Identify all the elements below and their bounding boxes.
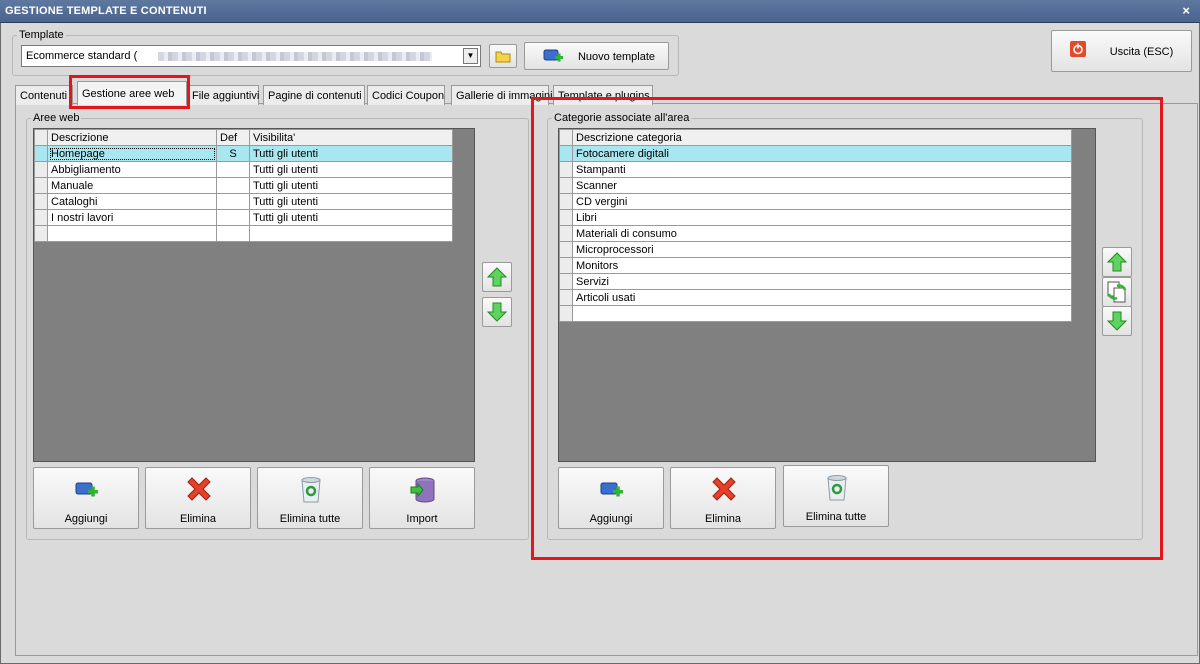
row-header [34, 177, 48, 194]
tab-pagine-di-contenuti[interactable]: Pagine di contenuti [263, 85, 365, 105]
areas-delete-button[interactable]: Elimina [145, 467, 251, 529]
blurred-text [158, 52, 432, 61]
cell-descr[interactable]: Manuale [47, 177, 217, 194]
template-select[interactable]: Ecommerce standard ( ▼ [21, 45, 481, 67]
close-icon[interactable]: × [1182, 3, 1190, 18]
tab-file-aggiuntivi[interactable]: File aggiuntivi [187, 85, 259, 105]
cell-vis[interactable]: Tutti gli utenti [249, 209, 453, 226]
chevron-down-icon[interactable]: ▼ [463, 48, 478, 64]
tab-label: File aggiuntivi [192, 90, 260, 102]
database-import-icon [410, 477, 435, 503]
new-row[interactable] [34, 225, 453, 242]
cell-def[interactable] [216, 193, 250, 210]
tab-label: Codici Coupon [372, 90, 445, 102]
power-icon [1070, 41, 1086, 57]
areas-table: Descrizione Def Visibilita' Homepage S T… [34, 129, 453, 242]
tab-codici-coupon[interactable]: Codici Coupon [367, 85, 445, 105]
tab-label: Contenuti [20, 90, 68, 102]
areas-header-row: Descrizione Def Visibilita' [34, 129, 453, 146]
title-bar: GESTIONE TEMPLATE E CONTENUTI × [0, 0, 1200, 23]
cell-descr[interactable]: Homepage [47, 145, 217, 162]
column-header[interactable]: Def [216, 129, 250, 146]
column-header[interactable]: Visibilita' [249, 129, 453, 146]
empty-cell[interactable] [249, 225, 453, 242]
row-header [34, 161, 48, 178]
empty-cell[interactable] [47, 225, 217, 242]
exit-label: Uscita (ESC) [1109, 46, 1174, 58]
cell-vis[interactable]: Tutti gli utenti [249, 177, 453, 194]
row-header [34, 145, 48, 162]
new-template-button[interactable]: Nuovo template [524, 42, 669, 70]
row-header [34, 225, 48, 242]
cell-descr[interactable]: Cataloghi [47, 193, 217, 210]
tab-label: Gestione aree web [82, 88, 175, 100]
table-row[interactable]: Abbigliamento Tutti gli utenti [34, 161, 453, 178]
template-select-value: Ecommerce standard ( [26, 50, 138, 62]
open-folder-button[interactable] [489, 44, 517, 68]
areas-delete-all-button[interactable]: Elimina tutte [257, 467, 363, 529]
exit-button[interactable]: Uscita (ESC) [1051, 30, 1192, 72]
column-header[interactable]: Descrizione [47, 129, 217, 146]
table-row[interactable]: Cataloghi Tutti gli utenti [34, 193, 453, 210]
cell-vis[interactable]: Tutti gli utenti [249, 193, 453, 210]
empty-cell[interactable] [216, 225, 250, 242]
cell-descr[interactable]: I nostri lavori [47, 209, 217, 226]
window-title: GESTIONE TEMPLATE E CONTENUTI [5, 5, 207, 17]
table-row[interactable]: I nostri lavori Tutti gli utenti [34, 209, 453, 226]
new-template-label: Nuovo template [577, 51, 656, 63]
tab-gestione-aree-web[interactable]: Gestione aree web [77, 81, 187, 105]
row-header [34, 193, 48, 210]
areas-delete-all-label: Elimina tutte [279, 513, 341, 525]
cell-def[interactable] [216, 161, 250, 178]
arrow-down-icon [486, 302, 508, 322]
highlight-categories-annotation [531, 97, 1163, 560]
move-up-button[interactable] [482, 262, 512, 292]
tab-contenuti[interactable]: Contenuti [15, 85, 73, 105]
arrow-up-icon [486, 267, 508, 287]
cell-vis[interactable]: Tutti gli utenti [249, 161, 453, 178]
move-down-button[interactable] [482, 297, 512, 327]
row-header [34, 129, 48, 146]
add-screen-icon [75, 482, 98, 497]
cell-def[interactable] [216, 209, 250, 226]
recycle-bin-icon [301, 477, 321, 503]
cell-def[interactable]: S [216, 145, 250, 162]
folder-icon [495, 51, 511, 63]
areas-add-label: Aggiungi [64, 513, 108, 525]
areas-delete-label: Elimina [179, 513, 217, 525]
template-legend: Template [19, 29, 64, 41]
areas-add-button[interactable]: Aggiungi [33, 467, 139, 529]
table-row[interactable]: Homepage S Tutti gli utenti [34, 145, 453, 162]
import-button[interactable]: Import [369, 467, 475, 529]
cell-vis[interactable]: Tutti gli utenti [249, 145, 453, 162]
areas-grid[interactable]: Descrizione Def Visibilita' Homepage S T… [33, 128, 475, 462]
table-row[interactable]: Manuale Tutti gli utenti [34, 177, 453, 194]
row-header [34, 209, 48, 226]
areas-legend: Aree web [33, 112, 80, 124]
add-screen-icon [543, 49, 563, 62]
delete-x-icon [187, 477, 211, 501]
cell-def[interactable] [216, 177, 250, 194]
import-label: Import [406, 513, 438, 525]
tab-label: Pagine di contenuti [268, 90, 362, 102]
cell-descr[interactable]: Abbigliamento [47, 161, 217, 178]
